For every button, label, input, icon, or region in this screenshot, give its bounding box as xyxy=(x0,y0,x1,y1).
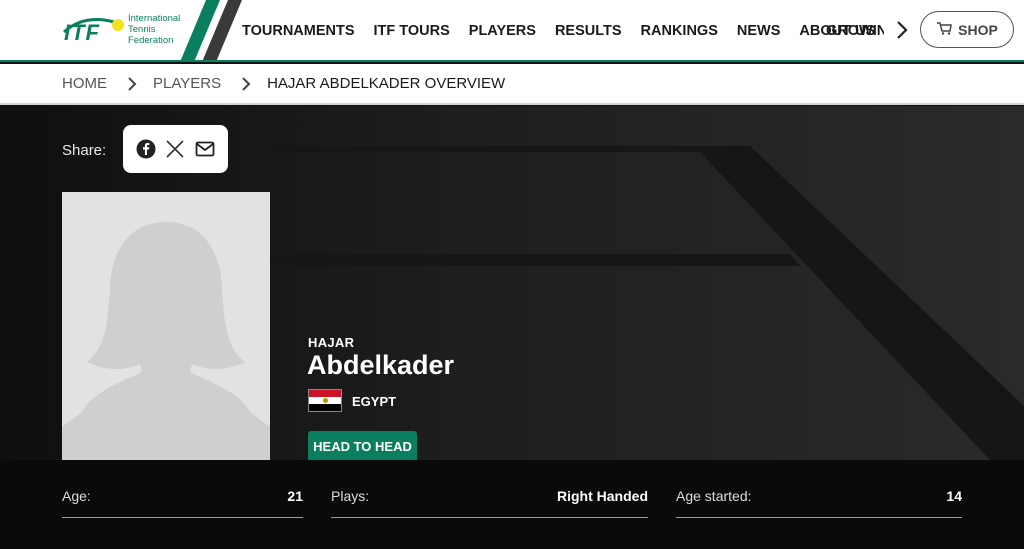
shop-label: SHOP xyxy=(958,21,998,38)
player-photo-placeholder xyxy=(62,192,270,460)
mail-icon[interactable] xyxy=(194,138,216,160)
stat-age-started: Age started: 14 xyxy=(676,488,962,518)
top-header: ITF International Tennis Federation TOUR… xyxy=(0,0,1024,62)
breadcrumb-current: HAJAR ABDELKADER OVERVIEW xyxy=(267,75,506,92)
head-to-head-button[interactable]: HEAD TO HEAD xyxy=(308,431,417,460)
player-first-name: HAJAR xyxy=(308,335,355,350)
breadcrumb-home[interactable]: HOME xyxy=(62,75,107,92)
nav-players[interactable]: PLAYERS xyxy=(469,23,536,39)
stat-age: Age: 21 xyxy=(62,488,303,518)
logo-itf-text: ITF xyxy=(64,20,100,45)
breadcrumb-chevron-icon xyxy=(242,76,251,91)
shop-button[interactable]: SHOP xyxy=(920,11,1014,48)
cart-icon xyxy=(936,21,953,38)
x-icon[interactable] xyxy=(164,138,186,160)
header-stripes xyxy=(180,0,242,60)
logo-federation-text: International Tennis Federation xyxy=(128,13,181,46)
stat-value: Right Handed xyxy=(557,488,648,504)
player-stats: Age: 21 Plays: Right Handed Age started:… xyxy=(0,460,1024,549)
nav-itf-tours[interactable]: ITF TOURS xyxy=(374,23,450,39)
itf-logo[interactable]: ITF International Tennis Federation xyxy=(62,12,192,48)
player-last-name: Abdelkader xyxy=(307,350,455,380)
main-nav: TOURNAMENTS ITF TOURS PLAYERS RESULTS RA… xyxy=(242,0,894,60)
nav-rankings[interactable]: RANKINGS xyxy=(641,23,718,39)
stat-value: 21 xyxy=(287,488,303,504)
nav-growing[interactable]: GROWIN xyxy=(826,23,884,39)
player-country: EGYPT xyxy=(352,394,397,409)
nav-tournaments[interactable]: TOURNAMENTS xyxy=(242,23,355,39)
share-label: Share: xyxy=(62,142,107,159)
player-hero: Share: HAJAR Abdelkader EGYPT HEAD TO HE… xyxy=(0,106,1024,460)
stat-label: Age started: xyxy=(676,488,752,504)
breadcrumb: HOME PLAYERS HAJAR ABDELKADER OVERVIEW xyxy=(0,64,1024,105)
silhouette-icon xyxy=(62,222,270,460)
chevron-right-icon[interactable] xyxy=(890,18,914,42)
egypt-flag-icon xyxy=(308,389,342,412)
nav-results[interactable]: RESULTS xyxy=(555,23,622,39)
nav-news[interactable]: NEWS xyxy=(737,23,781,39)
stat-label: Plays: xyxy=(331,488,370,504)
breadcrumb-players[interactable]: PLAYERS xyxy=(153,75,221,92)
facebook-icon[interactable] xyxy=(135,138,157,160)
stat-plays: Plays: Right Handed xyxy=(331,488,648,518)
stat-label: Age: xyxy=(62,488,91,504)
share-panel xyxy=(123,125,228,173)
nav-overflow: GROWIN xyxy=(826,0,884,60)
breadcrumb-chevron-icon xyxy=(128,76,137,91)
stat-value: 14 xyxy=(946,488,962,504)
